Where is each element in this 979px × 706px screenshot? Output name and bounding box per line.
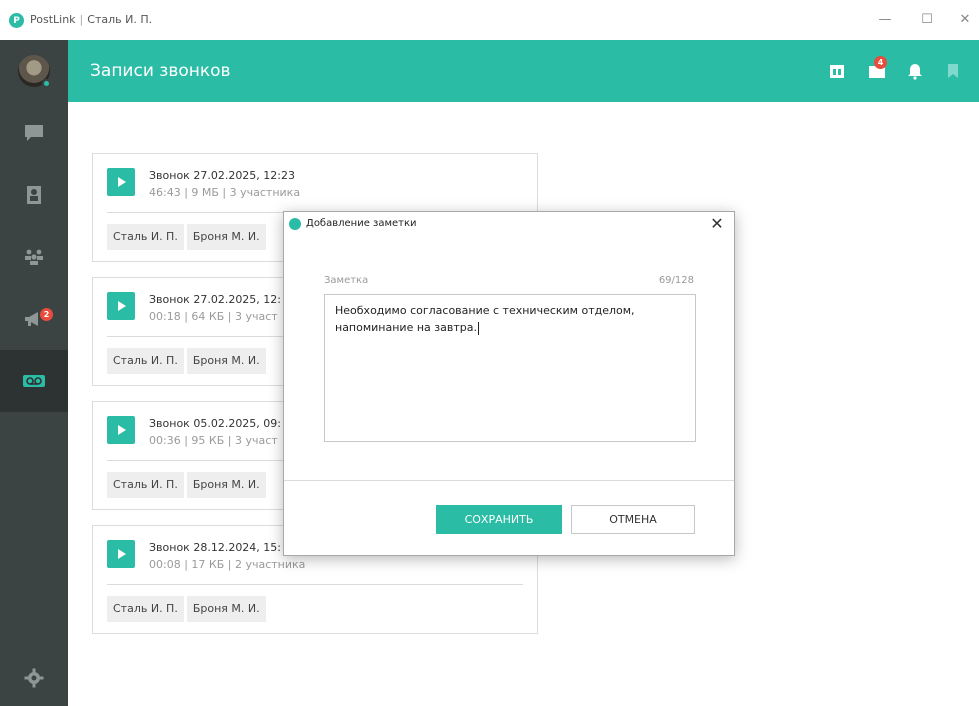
participant-chip[interactable]: Сталь И. П. xyxy=(107,472,184,498)
participant-chip[interactable]: Броня М. И. xyxy=(186,224,266,250)
participant-chip[interactable]: Сталь И. П. xyxy=(107,596,184,622)
participants: Сталь И. П. Броня М. И. xyxy=(107,224,269,250)
call-title: Звонок 27.02.2025, 12: xyxy=(149,293,282,306)
title-bar: P PostLink | Сталь И. П. — ☐ ✕ xyxy=(0,0,979,40)
add-note-dialog: Добавление заметки ✕ Заметка 69/128 Необ… xyxy=(283,211,735,556)
participant-chip[interactable]: Броня М. И. xyxy=(186,348,266,374)
maximize-button[interactable]: ☐ xyxy=(917,10,937,30)
bookmark-icon[interactable] xyxy=(944,62,962,80)
call-meta: 00:18 | 64 КБ | 3 участ xyxy=(149,310,278,323)
note-label: Заметка xyxy=(324,275,369,286)
sidebar-item-chats[interactable] xyxy=(0,102,68,164)
voicemail-icon xyxy=(23,375,45,387)
bell-icon[interactable] xyxy=(906,62,924,80)
window-title: PostLink | Сталь И. П. xyxy=(30,13,152,26)
broadcasts-badge: 2 xyxy=(40,308,53,321)
app-logo-icon: P xyxy=(9,13,24,28)
call-meta: 00:36 | 95 КБ | 3 участ xyxy=(149,434,278,447)
close-window-button[interactable]: ✕ xyxy=(955,10,975,30)
note-text-line: Необходимо согласование с техническим от… xyxy=(335,304,635,317)
page-header: Записи звонков 4 xyxy=(68,40,979,102)
groups-icon xyxy=(25,249,43,265)
dialog-divider xyxy=(284,480,734,481)
call-title: Звонок 27.02.2025, 12:23 xyxy=(149,169,296,182)
participants: Сталь И. П. Броня М. И. xyxy=(107,596,269,622)
page-title: Записи звонков xyxy=(90,61,231,81)
avatar xyxy=(18,55,51,88)
settings-icon xyxy=(24,668,44,688)
card-divider xyxy=(107,584,523,585)
participant-chip[interactable]: Броня М. И. xyxy=(186,472,266,498)
save-button[interactable]: СОХРАНИТЬ xyxy=(436,505,562,534)
note-textarea[interactable]: Необходимо согласование с техническим от… xyxy=(324,294,696,442)
dialog-close-button[interactable]: ✕ xyxy=(706,213,728,235)
participant-chip[interactable]: Броня М. И. xyxy=(186,596,266,622)
minimize-button[interactable]: — xyxy=(875,10,895,30)
header-notification-badge: 4 xyxy=(874,56,887,69)
app-window: P PostLink | Сталь И. П. — ☐ ✕ 2 Записи … xyxy=(0,0,979,706)
play-icon[interactable] xyxy=(107,540,135,568)
play-icon[interactable] xyxy=(107,168,135,196)
sidebar-item-groups[interactable] xyxy=(0,226,68,288)
call-title: Звонок 28.12.2024, 15: xyxy=(149,541,282,554)
note-text-line: напоминание на завтра. xyxy=(335,321,477,334)
title-separator: | xyxy=(79,13,84,26)
online-status-indicator xyxy=(42,79,51,88)
current-user: Сталь И. П. xyxy=(87,13,153,26)
participant-chip[interactable]: Сталь И. П. xyxy=(107,348,184,374)
call-title: Звонок 05.02.2025, 09: xyxy=(149,417,282,430)
participants: Сталь И. П. Броня М. И. xyxy=(107,472,269,498)
chat-icon xyxy=(25,125,43,141)
call-meta: 46:43 | 9 МБ | 3 участника xyxy=(149,186,301,199)
participant-chip[interactable]: Сталь И. П. xyxy=(107,224,184,250)
sidebar-item-contacts[interactable] xyxy=(0,164,68,226)
sidebar-item-call-records[interactable] xyxy=(0,350,68,412)
sidebar-item-broadcasts[interactable]: 2 xyxy=(0,288,68,350)
note-char-counter: 69/128 xyxy=(658,275,694,286)
app-name: PostLink xyxy=(30,13,76,26)
dialog-logo-icon xyxy=(289,218,301,230)
sidebar-item-profile[interactable] xyxy=(0,40,68,102)
contacts-icon xyxy=(27,186,41,204)
calendar-icon[interactable] xyxy=(828,62,846,80)
participants: Сталь И. П. Броня М. И. xyxy=(107,348,269,374)
notifications-folder-button[interactable]: 4 xyxy=(868,56,887,80)
play-icon[interactable] xyxy=(107,292,135,320)
sidebar: 2 xyxy=(0,40,68,706)
sidebar-item-settings[interactable] xyxy=(0,650,68,706)
play-icon[interactable] xyxy=(107,416,135,444)
text-caret xyxy=(477,321,479,335)
cancel-button[interactable]: ОТМЕНА xyxy=(571,505,695,534)
call-meta: 00:08 | 17 КБ | 2 участника xyxy=(149,558,306,571)
dialog-title: Добавление заметки xyxy=(306,218,417,229)
